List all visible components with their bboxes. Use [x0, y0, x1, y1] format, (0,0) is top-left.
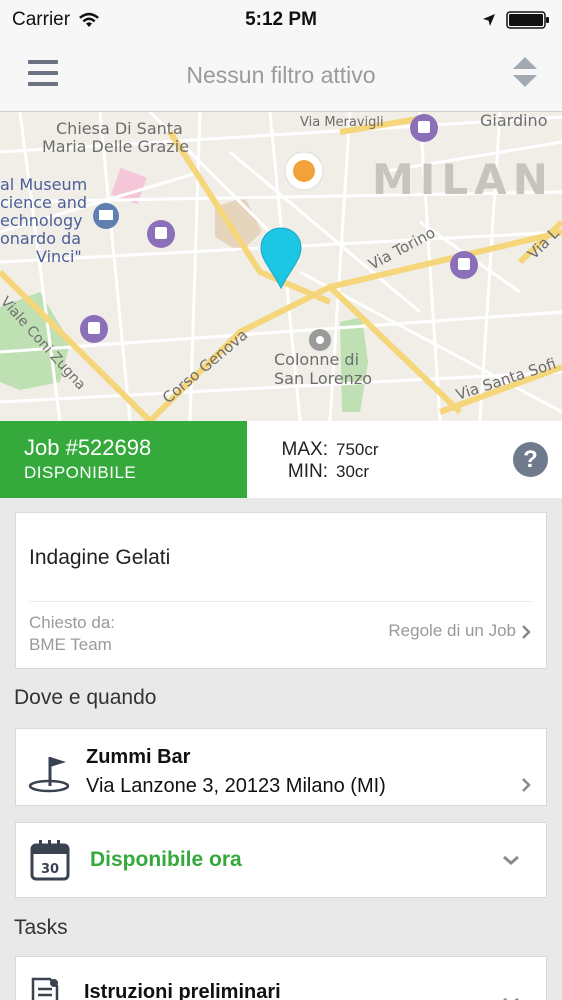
map-label: Chiesa Di Santa: [56, 119, 183, 138]
carrier-label: Carrier: [12, 9, 71, 30]
menu-icon-bar: [28, 82, 58, 86]
map-label: onardo da: [0, 229, 81, 248]
place-address: Via Lanzone 3, 20123 Milano (MI): [86, 775, 386, 797]
location-arrow-icon: [483, 14, 495, 26]
task-item[interactable]: Istruzioni preliminari: [15, 956, 547, 1000]
help-icon[interactable]: ?: [513, 442, 548, 477]
job-price-range: MAX: 750cr MIN: 30cr: [270, 439, 379, 483]
requested-by-value: BME Team: [29, 635, 112, 654]
place-name: Zummi Bar: [86, 746, 191, 768]
map-label: echnology: [0, 211, 83, 230]
max-value: 750cr: [336, 440, 379, 459]
golf-flag-location-icon: [28, 757, 70, 793]
min-value: 30cr: [336, 462, 370, 481]
filter-title[interactable]: Nessun filtro attivo: [186, 62, 375, 89]
current-location-icon[interactable]: [284, 151, 324, 191]
map-label: Colonne di: [274, 350, 359, 369]
map-label: San Lorenzo: [274, 369, 372, 388]
navigation-bar: Nessun filtro attivo: [0, 40, 562, 112]
menu-icon-bar: [28, 71, 58, 75]
map-label: MILAN: [372, 155, 554, 204]
job-summary-bar: Job #522698 DISPONIBILE MAX: 750cr MIN: …: [0, 421, 562, 498]
map-label: Via Meravigli: [300, 115, 384, 130]
map-label: Maria Delle Grazie: [42, 137, 189, 156]
place-card[interactable]: Zummi Bar Via Lanzone 3, 20123 Milano (M…: [15, 728, 547, 806]
task-title: Istruzioni preliminari: [84, 981, 281, 1000]
map-view[interactable]: Chiesa Di Santa Maria Delle Grazie al Mu…: [0, 112, 562, 421]
divider: [29, 601, 533, 602]
map-label: al Museum: [0, 175, 87, 194]
min-label: MIN:: [287, 461, 328, 482]
menu-icon: [28, 60, 58, 64]
job-status-panel: Job #522698 DISPONIBILE: [0, 421, 247, 498]
battery-icon: [506, 11, 549, 29]
sort-icon[interactable]: [510, 54, 540, 90]
requested-by-label: Chiesto da:: [29, 613, 115, 632]
job-rules-link[interactable]: Regole di un Job: [388, 621, 516, 641]
chevron-right-icon: [522, 778, 531, 792]
availability-text: Disponibile ora: [90, 848, 242, 871]
section-header-tasks: Tasks: [14, 916, 68, 939]
wifi-icon: [79, 12, 100, 27]
section-header-where-when: Dove e quando: [14, 686, 157, 709]
chevron-right-icon: [522, 625, 531, 639]
document-list-icon: [31, 977, 59, 1000]
status-bar: Carrier 5:12 PM: [0, 0, 562, 40]
job-status: DISPONIBILE: [24, 463, 137, 482]
map-label: Giardino: [480, 112, 547, 130]
job-number: Job #522698: [24, 435, 152, 460]
calendar-icon: 30: [30, 840, 70, 881]
job-title: Indagine Gelati: [29, 546, 171, 569]
availability-card[interactable]: 30 Disponibile ora: [15, 822, 547, 898]
menu-button[interactable]: [28, 58, 58, 88]
map-label: cience and: [0, 193, 87, 212]
job-info-card: Indagine Gelati Chiesto da: BME Team Reg…: [15, 512, 547, 669]
chevron-down-icon[interactable]: [502, 855, 520, 865]
calendar-day: 30: [41, 862, 59, 877]
map-label: Vinci": [36, 247, 82, 266]
max-label: MAX:: [281, 439, 328, 460]
